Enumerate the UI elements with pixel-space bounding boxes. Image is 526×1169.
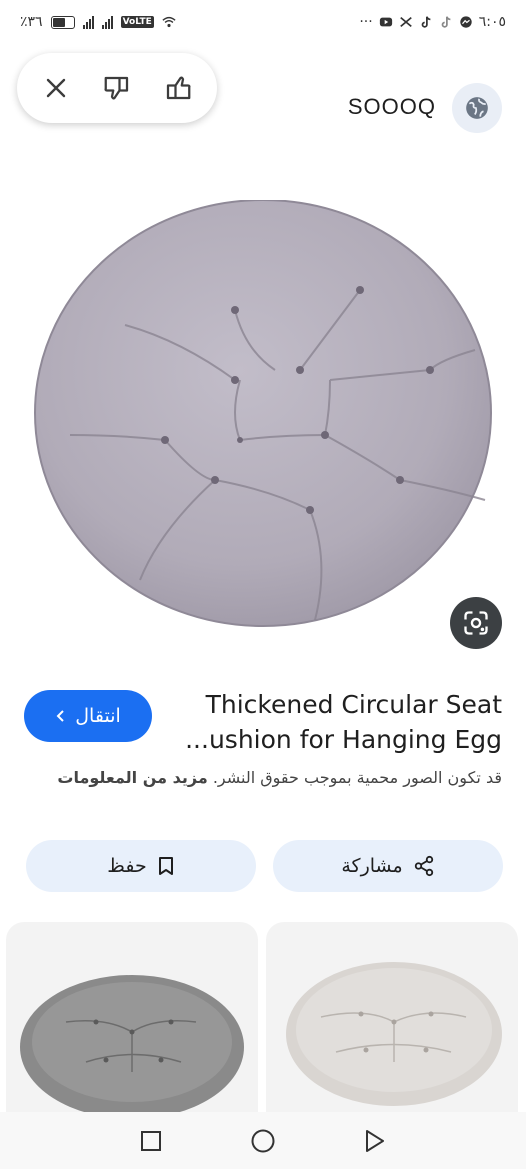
- product-title-line: Thickened Circular Seat: [205, 690, 502, 719]
- feedback-pill: [17, 53, 217, 123]
- save-button[interactable]: حفظ: [26, 840, 256, 892]
- source-globe-button[interactable]: [452, 83, 502, 133]
- recents-button[interactable]: [136, 1126, 166, 1156]
- more-notifications-icon: ···: [359, 14, 373, 30]
- back-button[interactable]: [360, 1126, 390, 1156]
- related-image-thumbnail[interactable]: [266, 922, 518, 1122]
- related-image: [20, 975, 244, 1119]
- messenger-icon: [460, 16, 472, 28]
- home-button[interactable]: [248, 1126, 278, 1156]
- youtube-icon: [379, 17, 392, 27]
- product-title[interactable]: Thickened Circular Seat ...ushion for Ha…: [172, 687, 502, 757]
- thumb-down-icon: [104, 76, 129, 100]
- share-label: مشاركة: [341, 855, 403, 877]
- copyright-notice: قد تكون الصور محمية بموجب حقوق النشر. مز…: [22, 764, 502, 791]
- related-image-thumbnail[interactable]: [6, 922, 258, 1122]
- product-title-line: ...ushion for Hanging Egg: [185, 725, 502, 754]
- more-info-link[interactable]: مزيد من المعلومات: [57, 768, 207, 787]
- source-name[interactable]: SOOOQ: [348, 94, 436, 120]
- triangle-icon: [366, 1130, 384, 1152]
- volte-icon: VoLTE: [120, 16, 154, 28]
- signal-icon: [82, 15, 94, 29]
- circle-icon: [251, 1129, 275, 1153]
- visit-button[interactable]: انتقال: [24, 690, 152, 742]
- clock: ٦:٠٥: [478, 14, 506, 30]
- thumb-up-icon: [167, 76, 191, 100]
- status-bar: ٪٣٦ VoLTE ··· ٦:٠٥: [0, 0, 526, 50]
- tiktok-icon: [421, 16, 431, 28]
- chevron-left-icon: [56, 710, 64, 722]
- battery-icon: [50, 15, 75, 29]
- status-left: ٪٣٦ VoLTE: [20, 14, 176, 30]
- close-button[interactable]: [36, 68, 76, 108]
- save-label: حفظ: [107, 855, 147, 877]
- copyright-text: قد تكون الصور محمية بموجب حقوق النشر.: [212, 768, 502, 787]
- square-icon: [141, 1131, 161, 1151]
- thumbs-down-button[interactable]: [97, 68, 137, 108]
- capcut-icon: [399, 16, 412, 28]
- product-image[interactable]: [30, 200, 496, 630]
- globe-icon: [466, 97, 488, 119]
- share-button[interactable]: مشاركة: [273, 840, 503, 892]
- lens-icon: [464, 611, 488, 635]
- status-right: ··· ٦:٠٥: [359, 14, 506, 30]
- close-icon: [46, 78, 65, 98]
- battery-percent: ٪٣٦: [20, 14, 43, 30]
- signal-icon: [101, 15, 113, 29]
- related-image: [286, 962, 502, 1106]
- bookmark-icon: [158, 857, 173, 875]
- lens-search-button[interactable]: [450, 597, 502, 649]
- wifi-icon: [162, 16, 176, 28]
- share-icon: [414, 855, 433, 877]
- system-nav-bar: [0, 1112, 526, 1169]
- visit-label: انتقال: [75, 705, 121, 727]
- tiktok-icon: [441, 16, 451, 28]
- thumbs-up-button[interactable]: [158, 68, 198, 108]
